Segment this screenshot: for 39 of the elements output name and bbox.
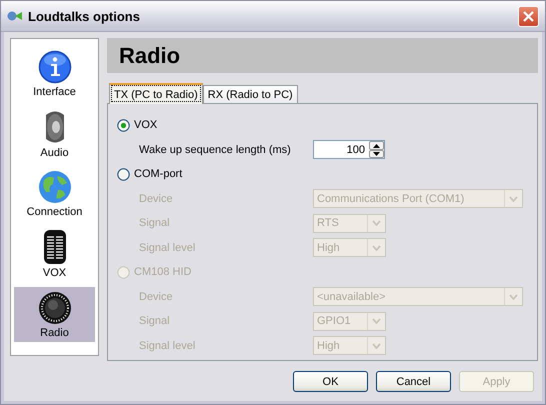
info-icon	[38, 50, 72, 84]
field-label: Signal level	[139, 242, 196, 254]
down-arrow-icon[interactable]	[373, 152, 380, 156]
sidebar-item[interactable]: Connection	[14, 164, 95, 224]
sidebar-item[interactable]: Radio	[14, 287, 95, 342]
tab[interactable]: TX (PC to Radio)	[109, 83, 203, 104]
microphone-icon	[42, 229, 66, 265]
field-label: Device	[139, 290, 174, 303]
field-label: Signal	[139, 217, 171, 230]
number-spinner[interactable]: 100	[313, 140, 385, 160]
chevron-down-icon	[372, 342, 381, 349]
page-title: Radio	[107, 38, 538, 73]
field-label: Device	[139, 192, 174, 205]
radio-circle-icon	[117, 118, 130, 132]
dialog-button[interactable]: OK	[293, 371, 368, 392]
radio-circle-icon	[117, 168, 130, 181]
tab[interactable]: RX (Radio to PC)	[202, 85, 298, 103]
field-label: Signal level	[139, 340, 196, 352]
globe-icon	[38, 170, 72, 204]
field-label: Wake up sequence length (ms)	[139, 144, 292, 156]
close-button[interactable]	[518, 6, 539, 26]
sidebar-item[interactable]: Audio	[14, 104, 95, 164]
sidebar-item[interactable]: VOX	[14, 224, 95, 284]
chevron-down-icon	[509, 294, 518, 300]
close-icon	[522, 10, 535, 22]
chevron-down-icon	[372, 220, 381, 226]
knob-icon	[38, 290, 72, 324]
radio-button[interactable]: VOX	[117, 118, 158, 132]
sidebar-item[interactable]: Interface	[14, 44, 95, 104]
up-arrow-icon[interactable]	[373, 144, 380, 148]
app-logo-icon	[7, 11, 23, 21]
dialog-button[interactable]: Cancel	[376, 371, 451, 392]
window-title: Loudtalks options	[28, 8, 141, 24]
chevron-down-icon	[372, 244, 381, 251]
radio-circle-icon	[117, 266, 130, 279]
radio-button[interactable]: COM-port	[117, 168, 182, 181]
chevron-down-icon	[372, 318, 381, 324]
field-label: Signal	[139, 315, 171, 328]
chevron-down-icon	[509, 196, 518, 202]
